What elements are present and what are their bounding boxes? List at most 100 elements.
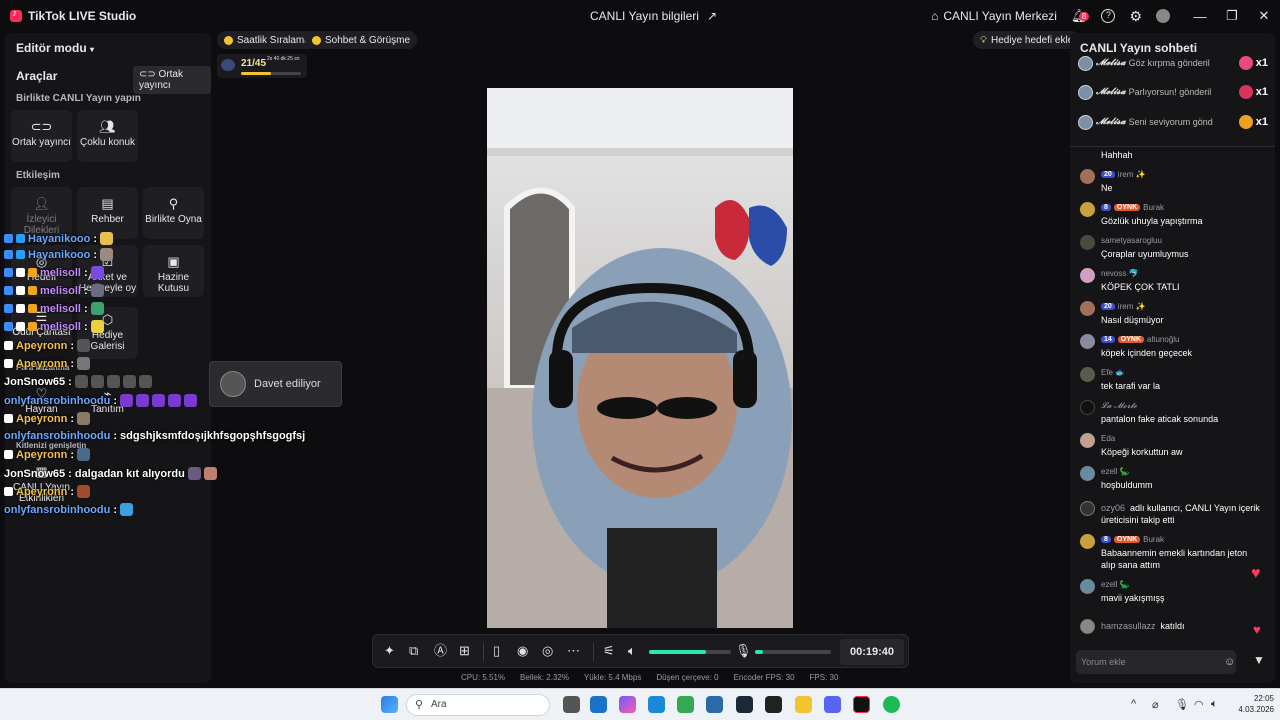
live-center-label: CANLI Yayın Merkezi xyxy=(943,9,1057,23)
avatar xyxy=(1078,84,1093,100)
outlook-icon[interactable] xyxy=(590,696,607,713)
users-icon: 👥︎ xyxy=(99,119,116,134)
network-off-icon[interactable]: ⌀ xyxy=(1152,698,1159,711)
help-icon: ? xyxy=(1101,9,1116,23)
copilot-icon[interactable] xyxy=(619,696,636,713)
add-source-icon[interactable]: ⊞ xyxy=(459,644,470,658)
tiktok-icon[interactable] xyxy=(853,696,870,713)
stat-upload: Yükle: 5.4 Mbps xyxy=(583,673,642,682)
maximize-button[interactable]: ❐ xyxy=(1216,8,1248,24)
overlay-chat-row: Apeyronn: xyxy=(4,485,91,498)
chevron-up-icon[interactable]: ^ xyxy=(1131,698,1136,710)
help-button[interactable]: ? xyxy=(1101,9,1116,23)
volume-slider[interactable] xyxy=(649,650,731,654)
cohost-button[interactable]: ⊂⊃ Ortak yayıncı xyxy=(133,66,211,94)
ai-icon[interactable]: Ⓐ xyxy=(434,644,447,658)
phone-icon[interactable]: ▯ xyxy=(493,644,500,658)
ranking-box[interactable]: 21/45 2s 40 dk 25 sn xyxy=(217,54,307,78)
live-center-button[interactable]: ⌂ CANLI Yayın Merkezi xyxy=(931,9,1057,23)
microphone-icon[interactable]: 🎙︎ xyxy=(735,644,752,658)
stream-control-bar: ✦ ⧉ Ⓐ ⊞ ▯ ◉ ◎ ⋯ ⚟ 🔈︎ 🎙︎ 00:19:40 xyxy=(372,634,909,668)
gear-icon: ⚙ xyxy=(1129,7,1142,24)
avatar xyxy=(1080,169,1095,184)
system-clock[interactable]: 22:05 4.03.2026 xyxy=(1230,693,1274,715)
record-icon[interactable]: ◉ xyxy=(517,644,528,658)
person-icon xyxy=(1080,501,1095,516)
tiktok-logo-icon xyxy=(10,8,22,22)
volume-slider-fill xyxy=(649,650,707,654)
steam-icon[interactable] xyxy=(736,696,753,713)
clock-date: 4.03.2026 xyxy=(1238,705,1274,714)
avatar xyxy=(1080,367,1095,382)
live-info-button[interactable]: CANLI Yayın bilgileri ↗ xyxy=(590,9,717,23)
tile-play-together[interactable]: ⚲ Birlikte Oyna xyxy=(143,187,204,239)
overlay-chat-row: Hayanikooo: xyxy=(4,248,114,261)
avatar xyxy=(1080,619,1095,634)
divider xyxy=(593,643,594,661)
coin-icon xyxy=(224,35,233,45)
taskbar-search[interactable]: ⚲ Ara xyxy=(406,694,550,716)
rank-icon xyxy=(221,59,235,71)
screenshot-icon[interactable]: ◎ xyxy=(542,644,553,658)
windows-start-icon[interactable] xyxy=(381,696,398,713)
avatar xyxy=(1078,55,1093,71)
stat-encoder-fps: Encoder FPS: 30 xyxy=(733,673,795,682)
overlay-chat-row: melisoll: xyxy=(4,320,104,333)
avatar xyxy=(1080,268,1095,283)
settings-button[interactable]: ⚙ xyxy=(1129,8,1142,25)
gift-icon xyxy=(1238,85,1253,99)
joystick-icon: ⚲ xyxy=(168,196,179,211)
mixer-icon[interactable]: ⚟ xyxy=(603,644,615,658)
section-interaction: Etkileşim xyxy=(16,170,60,181)
overlay-chat-row: onlyfansrobinhoodu: sdgshjksmfdoşıjkhfsg… xyxy=(4,430,306,442)
notification-badge: 8 xyxy=(1078,12,1090,21)
link-icon: ⊂⊃ xyxy=(139,69,156,80)
app-icon[interactable] xyxy=(765,696,782,713)
overlay-chat-row: melisoll: xyxy=(4,284,104,297)
tile-treasure[interactable]: ▣ Hazine Kutusu xyxy=(143,245,204,297)
close-button[interactable]: ✕ xyxy=(1248,8,1280,24)
microphone-tray-icon[interactable]: 🎙︎ xyxy=(1175,698,1189,711)
more-options-icon[interactable]: ⋯ xyxy=(567,644,580,658)
invite-status-card[interactable]: Davet ediliyor xyxy=(209,361,342,407)
emoji-icon[interactable]: ☺ xyxy=(1224,650,1235,674)
tile-cohost[interactable]: ⊂⊃ Ortak yayıncı xyxy=(11,110,72,162)
volume-tray-icon[interactable]: 🔈︎ xyxy=(1211,698,1218,711)
chat-call-pill[interactable]: Sohbet & Görüşme xyxy=(305,31,418,49)
wifi-icon[interactable]: ◠ xyxy=(1194,698,1204,711)
rank-progress-fill xyxy=(241,72,271,75)
discord-icon[interactable] xyxy=(824,696,841,713)
send-icon[interactable]: ▼ xyxy=(1253,653,1265,667)
gift-row: 𝓜𝓮𝓵𝓲𝓼𝓪 Parlıyorsun! gönderil x1 xyxy=(1078,82,1268,102)
spotify-icon[interactable] xyxy=(883,696,900,713)
editor-mode-dropdown[interactable]: Editör modu ▾ xyxy=(16,41,94,55)
avatar xyxy=(1080,433,1095,448)
edge-icon[interactable] xyxy=(648,696,665,713)
avatar xyxy=(1080,202,1095,217)
hourly-ranking-pill[interactable]: Saatlik Sıralama xyxy=(217,31,317,49)
notifications-button[interactable]: 🔔︎ 8 xyxy=(1071,8,1090,24)
minimize-button[interactable]: — xyxy=(1184,9,1216,24)
live-video-preview xyxy=(487,88,793,628)
person-icon: 👤︎ xyxy=(33,196,50,211)
add-gift-goal-pill[interactable]: 💡︎ Hediye hedefi ekle xyxy=(973,31,1081,49)
avatar xyxy=(1080,534,1095,549)
performance-stats: CPU: 5.51% Bellek: 2.32% Yükle: 5.4 Mbps… xyxy=(461,673,838,682)
stat-fps: FPS: 30 xyxy=(809,673,839,682)
settings-app-icon[interactable] xyxy=(706,696,723,713)
rank-progress-track xyxy=(241,72,301,75)
avatar xyxy=(1080,579,1095,594)
file-explorer-icon[interactable] xyxy=(795,696,812,713)
avatar-icon xyxy=(1156,9,1170,23)
book-icon: ▤ xyxy=(101,196,114,211)
layout-icon[interactable]: ⧉ xyxy=(409,644,418,658)
overlay-chat-row: Apeyronn: xyxy=(4,448,91,461)
comment-input[interactable]: Yorum ekle ☺ xyxy=(1076,650,1236,674)
mic-slider[interactable] xyxy=(755,650,831,654)
profile-avatar[interactable] xyxy=(1156,9,1170,23)
magic-wand-icon[interactable]: ✦ xyxy=(384,644,395,658)
task-view-icon[interactable] xyxy=(563,696,580,713)
chrome-icon[interactable] xyxy=(677,696,694,713)
tile-multi-guest[interactable]: 👥︎ Çoklu konuk xyxy=(77,110,138,162)
speaker-icon[interactable]: 🔈︎ xyxy=(628,644,636,658)
